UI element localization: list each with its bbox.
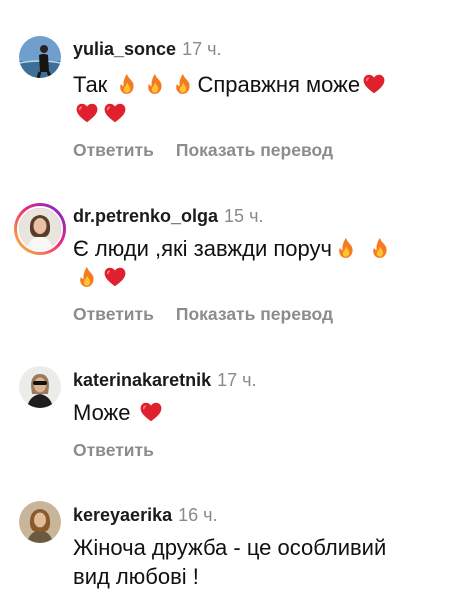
comment-time: 16 ч. [178, 505, 218, 525]
avatar-image [17, 206, 63, 252]
fire-icon [143, 72, 167, 96]
comment-text: Може [73, 398, 453, 427]
comment-meta: yulia_sonce 17 ч. [73, 38, 221, 60]
fire-icon [115, 72, 139, 96]
comment-text: Жіноча дружба - це особливий вид любові … [73, 533, 453, 591]
heart-icon [75, 101, 99, 125]
comment-text-part: Справжня може [197, 72, 361, 97]
avatar[interactable] [19, 366, 61, 408]
heart-icon [103, 101, 127, 125]
comment-text-part: Може [73, 400, 131, 425]
reply-button[interactable]: Ответить [73, 304, 154, 324]
fire-icon [171, 72, 195, 96]
username[interactable]: katerinakaretnik [73, 370, 211, 390]
comment-text-part: Жіноча дружба - це особливий [73, 535, 387, 560]
avatar[interactable] [19, 36, 61, 78]
comment-meta: kereyaerika 16 ч. [73, 504, 218, 526]
reply-button[interactable]: Ответить [73, 440, 154, 460]
username[interactable]: yulia_sonce [73, 39, 176, 59]
heart-icon [139, 400, 163, 424]
comment-text-part: Є люди ,які завжди поруч [73, 236, 332, 261]
comment-text-part: вид любові ! [73, 564, 199, 589]
comment-actions: Ответить Показать перевод [73, 303, 333, 325]
fire-icon [368, 236, 392, 260]
comment-actions: Ответить Показать перевод [73, 139, 333, 161]
comment-actions: Ответить [73, 439, 154, 461]
comments-list: yulia_sonce 17 ч. Так Справжня може Ответ… [0, 0, 461, 600]
fire-icon [334, 236, 358, 260]
comment-text-part: Так [73, 72, 108, 97]
comment-meta: dr.petrenko_olga 15 ч. [73, 205, 263, 227]
comment-text: Є люди ,які завжди поруч [73, 234, 453, 292]
username[interactable]: kereyaerika [73, 505, 172, 525]
heart-icon [103, 265, 127, 289]
comment-time: 17 ч. [217, 370, 257, 390]
comment-time: 15 ч. [224, 206, 264, 226]
comment-meta: katerinakaretnik 17 ч. [73, 369, 256, 391]
username[interactable]: dr.petrenko_olga [73, 206, 218, 226]
fire-icon [75, 265, 99, 289]
heart-icon [362, 72, 386, 96]
reply-button[interactable]: Ответить [73, 140, 154, 160]
avatar[interactable] [14, 203, 66, 255]
comment-time: 17 ч. [182, 39, 222, 59]
show-translation-button[interactable]: Показать перевод [176, 140, 333, 160]
show-translation-button[interactable]: Показать перевод [176, 304, 333, 324]
comment-text: Так Справжня може [73, 70, 453, 128]
avatar[interactable] [19, 501, 61, 543]
